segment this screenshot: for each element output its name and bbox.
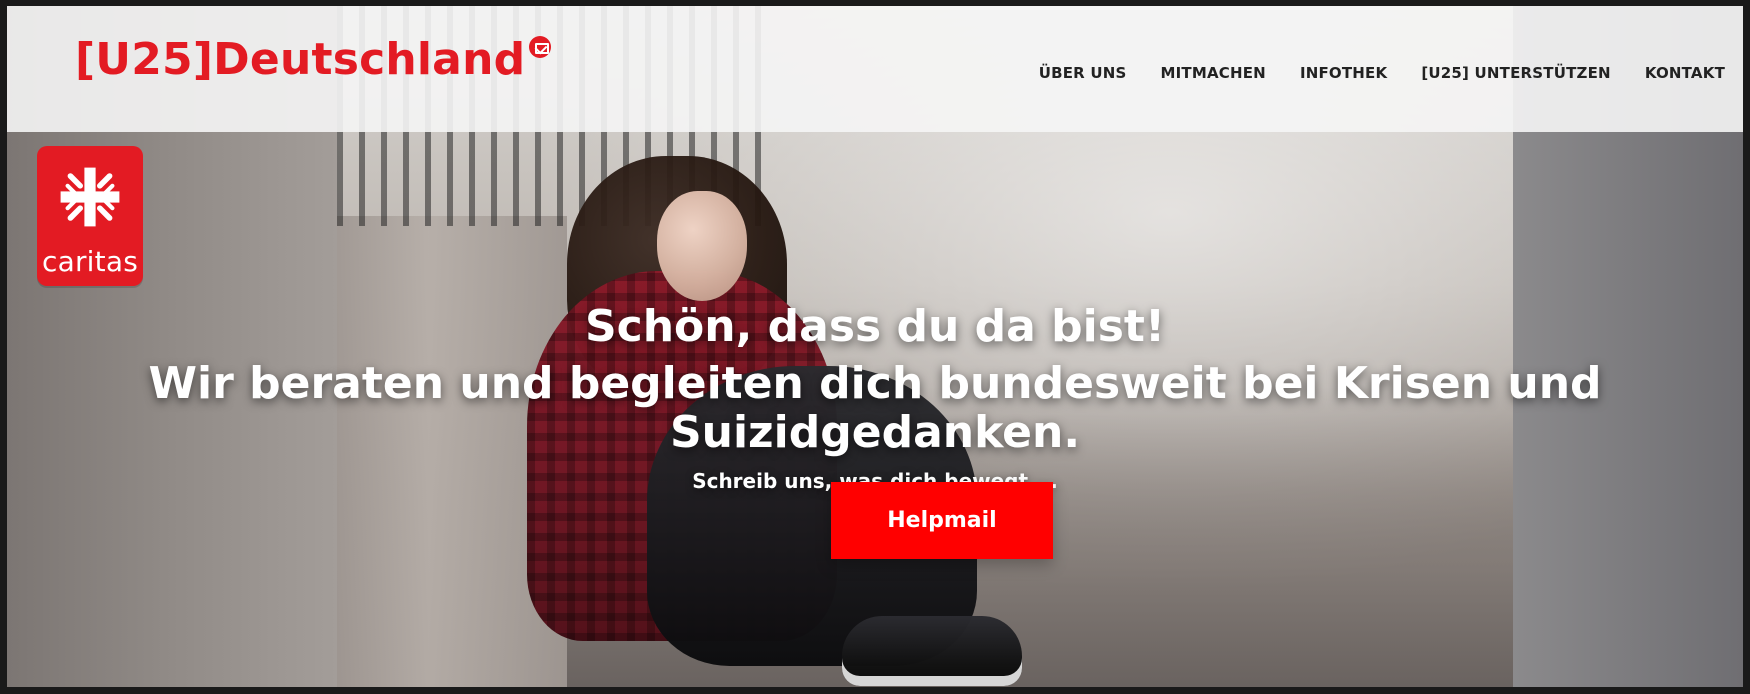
site-logo-text: [U25]Deutschland: [75, 34, 526, 85]
nav-item-u25-unterstuetzen[interactable]: [U25] UNTERSTÜTZEN: [1421, 64, 1610, 82]
caritas-cross-icon: [60, 167, 120, 227]
hero-headline: Schön, dass du da bist!: [584, 301, 1166, 352]
nav-item-ueber-uns[interactable]: ÜBER UNS: [1039, 64, 1127, 82]
hero-text: Schön, dass du da bist! Wir beraten und …: [7, 301, 1743, 493]
main-nav: ÜBER UNS MITMACHEN INFOTHEK [U25] UNTERS…: [1039, 64, 1725, 82]
hero-subheadline: Wir beraten und begleiten dich bundeswei…: [148, 358, 1602, 458]
helpmail-button[interactable]: Helpmail: [831, 482, 1053, 559]
hero-person-face: [657, 191, 747, 301]
nav-item-mitmachen[interactable]: MITMACHEN: [1160, 64, 1265, 82]
mail-icon: [529, 36, 552, 58]
caritas-logo[interactable]: caritas: [37, 146, 143, 286]
nav-item-infothek[interactable]: INFOTHEK: [1300, 64, 1387, 82]
nav-item-kontakt[interactable]: KONTAKT: [1645, 64, 1725, 82]
hero-person-shoe: [842, 616, 1022, 686]
site-header: [U25]Deutschland ÜBER UNS MITMACHEN INFO…: [7, 6, 1743, 132]
caritas-logo-text: caritas: [42, 245, 138, 278]
browser-viewport: [U25]Deutschland ÜBER UNS MITMACHEN INFO…: [0, 0, 1750, 694]
site-logo[interactable]: [U25]Deutschland: [75, 36, 552, 82]
